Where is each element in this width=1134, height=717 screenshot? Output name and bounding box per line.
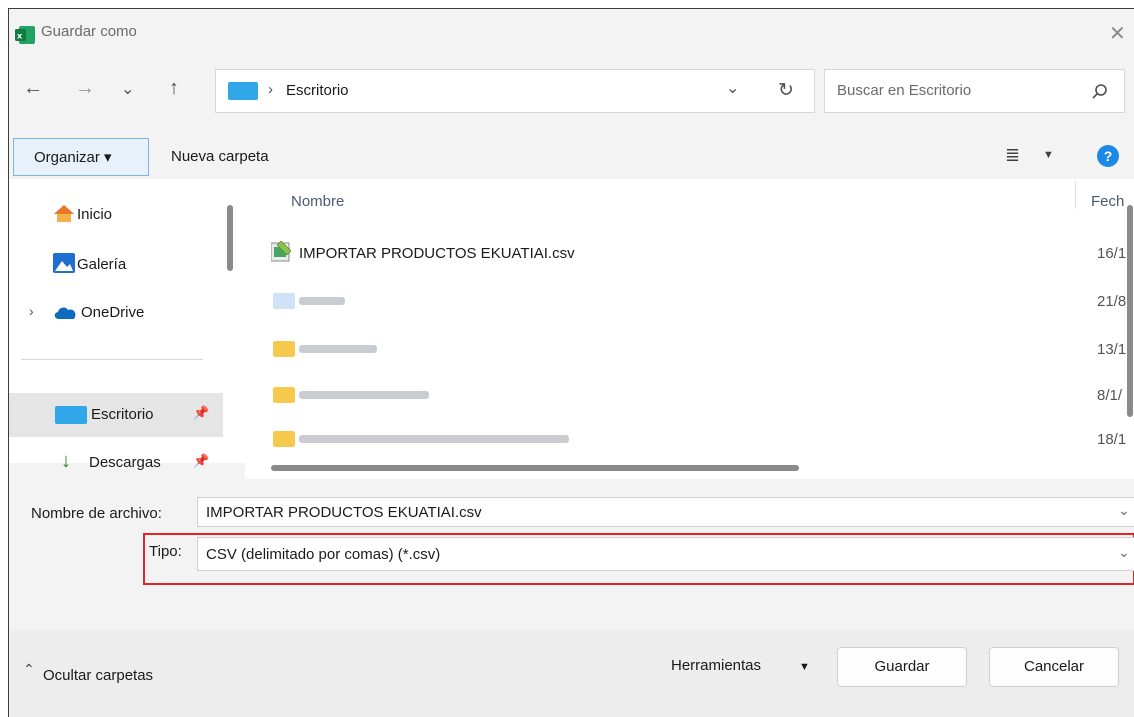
type-dropdown-icon[interactable]: ⌄ bbox=[1118, 544, 1130, 561]
refresh-icon[interactable]: ↻ bbox=[778, 79, 794, 102]
sidebar-divider bbox=[21, 359, 203, 360]
onedrive-cloud-icon bbox=[54, 307, 76, 319]
back-icon[interactable]: ← bbox=[23, 77, 43, 100]
csv-file-icon bbox=[271, 241, 292, 262]
search-box[interactable]: Buscar en Escritorio bbox=[824, 69, 1125, 113]
breadcrumb[interactable]: Escritorio bbox=[286, 82, 349, 99]
new-folder-button[interactable]: Nueva carpeta bbox=[171, 148, 269, 165]
sidebar-item-onedrive[interactable]: › OneDrive bbox=[9, 291, 213, 335]
file-name-redacted bbox=[299, 435, 569, 443]
column-header-date[interactable]: Fech bbox=[1091, 193, 1124, 210]
hide-folders-button[interactable]: Ocultar carpetas bbox=[43, 667, 153, 684]
list-item[interactable]: 18/1 bbox=[245, 417, 1126, 461]
excel-icon: x bbox=[15, 26, 35, 44]
help-icon[interactable]: ? bbox=[1097, 145, 1119, 167]
tools-button[interactable]: Herramientas bbox=[671, 657, 761, 674]
filename-field[interactable]: IMPORTAR PRODUCTOS EKUATIAI.csv ⌄ bbox=[197, 497, 1134, 527]
folder-icon bbox=[273, 431, 295, 447]
file-date: 13/1 bbox=[1097, 341, 1127, 358]
folder-icon bbox=[273, 387, 295, 403]
folder-icon bbox=[273, 341, 295, 357]
title-bar bbox=[9, 9, 1134, 63]
desktop-folder-icon bbox=[55, 406, 87, 424]
save-button[interactable]: Guardar bbox=[837, 647, 967, 687]
file-name-redacted bbox=[299, 297, 345, 305]
gallery-icon bbox=[53, 253, 75, 273]
folder-icon bbox=[273, 293, 295, 309]
sidebar-item-label: Escritorio bbox=[91, 406, 154, 423]
file-name-redacted bbox=[299, 345, 377, 353]
organize-button[interactable]: Organizar ▾ bbox=[13, 138, 149, 176]
view-dropdown-icon[interactable]: ▼ bbox=[1043, 149, 1054, 161]
filename-label: Nombre de archivo: bbox=[31, 505, 162, 522]
vertical-scrollbar[interactable] bbox=[1127, 205, 1133, 417]
column-header-name[interactable]: Nombre bbox=[291, 193, 344, 210]
cancel-button[interactable]: Cancelar bbox=[989, 647, 1119, 687]
type-label: Tipo: bbox=[149, 543, 182, 560]
up-icon[interactable]: ↑ bbox=[169, 77, 179, 100]
sidebar-item-label: Galería bbox=[77, 256, 127, 273]
filename-dropdown-icon[interactable]: ⌄ bbox=[1118, 502, 1130, 519]
pin-icon[interactable]: 📌 bbox=[193, 405, 209, 421]
file-name: IMPORTAR PRODUCTOS EKUATIAI.csv bbox=[299, 245, 575, 262]
filename-input[interactable]: IMPORTAR PRODUCTOS EKUATIAI.csv bbox=[206, 504, 482, 521]
expand-icon[interactable]: › bbox=[29, 303, 34, 319]
tools-dropdown-icon[interactable]: ▼ bbox=[799, 661, 810, 673]
sidebar-scrollbar[interactable] bbox=[227, 205, 233, 271]
forward-icon[interactable]: → bbox=[75, 77, 95, 100]
file-date: 16/1 bbox=[1097, 245, 1127, 262]
type-value[interactable]: CSV (delimitado por comas) (*.csv) bbox=[206, 546, 440, 563]
list-item[interactable]: IMPORTAR PRODUCTOS EKUATIAI.csv 16/1 bbox=[245, 231, 1126, 275]
download-icon: ↓ bbox=[61, 450, 71, 472]
desktop-folder-icon bbox=[228, 82, 258, 100]
sidebar-item-label: OneDrive bbox=[81, 304, 145, 321]
address-dropdown-icon[interactable]: ⌄ bbox=[726, 78, 739, 98]
file-name-redacted bbox=[299, 391, 429, 399]
svg-text:x: x bbox=[17, 32, 23, 41]
breadcrumb-separator-icon: › bbox=[268, 81, 273, 98]
type-select[interactable]: CSV (delimitado por comas) (*.csv) ⌄ bbox=[197, 537, 1134, 571]
search-icon[interactable] bbox=[1091, 83, 1109, 101]
list-item[interactable]: 21/8 bbox=[245, 279, 1126, 323]
chevron-down-icon[interactable]: ⌄ bbox=[121, 79, 134, 99]
sidebar-item-inicio[interactable]: Inicio bbox=[9, 193, 213, 237]
sidebar-item-label: Descargas bbox=[89, 454, 161, 471]
address-bar[interactable]: › Escritorio ⌄ ↻ bbox=[215, 69, 815, 113]
close-icon[interactable]: ✕ bbox=[1109, 21, 1126, 46]
horizontal-scrollbar[interactable] bbox=[271, 465, 799, 471]
window-title: Guardar como bbox=[41, 23, 137, 40]
sidebar-item-label: Inicio bbox=[77, 206, 113, 223]
file-date: 8/1/ bbox=[1097, 387, 1123, 404]
list-item[interactable]: 13/1 bbox=[245, 327, 1126, 371]
sidebar-item-escritorio[interactable]: Escritorio 📌 bbox=[9, 393, 223, 437]
sidebar-item-galeria[interactable]: Galería bbox=[9, 243, 213, 287]
file-date: 21/8 bbox=[1097, 293, 1127, 310]
file-date: 18/1 bbox=[1097, 431, 1127, 448]
pin-icon[interactable]: 📌 bbox=[193, 453, 209, 469]
column-divider bbox=[1075, 181, 1076, 209]
search-input[interactable]: Buscar en Escritorio bbox=[837, 82, 971, 99]
list-item[interactable]: 8/1/ bbox=[245, 373, 1122, 417]
collapse-icon[interactable]: ⌃ bbox=[23, 661, 35, 678]
save-as-dialog: x Guardar como ✕ ← → ⌄ ↑ › Escritorio ⌄ … bbox=[8, 8, 1134, 717]
home-icon bbox=[54, 205, 74, 222]
view-options-icon[interactable]: ≣ bbox=[1005, 145, 1020, 166]
